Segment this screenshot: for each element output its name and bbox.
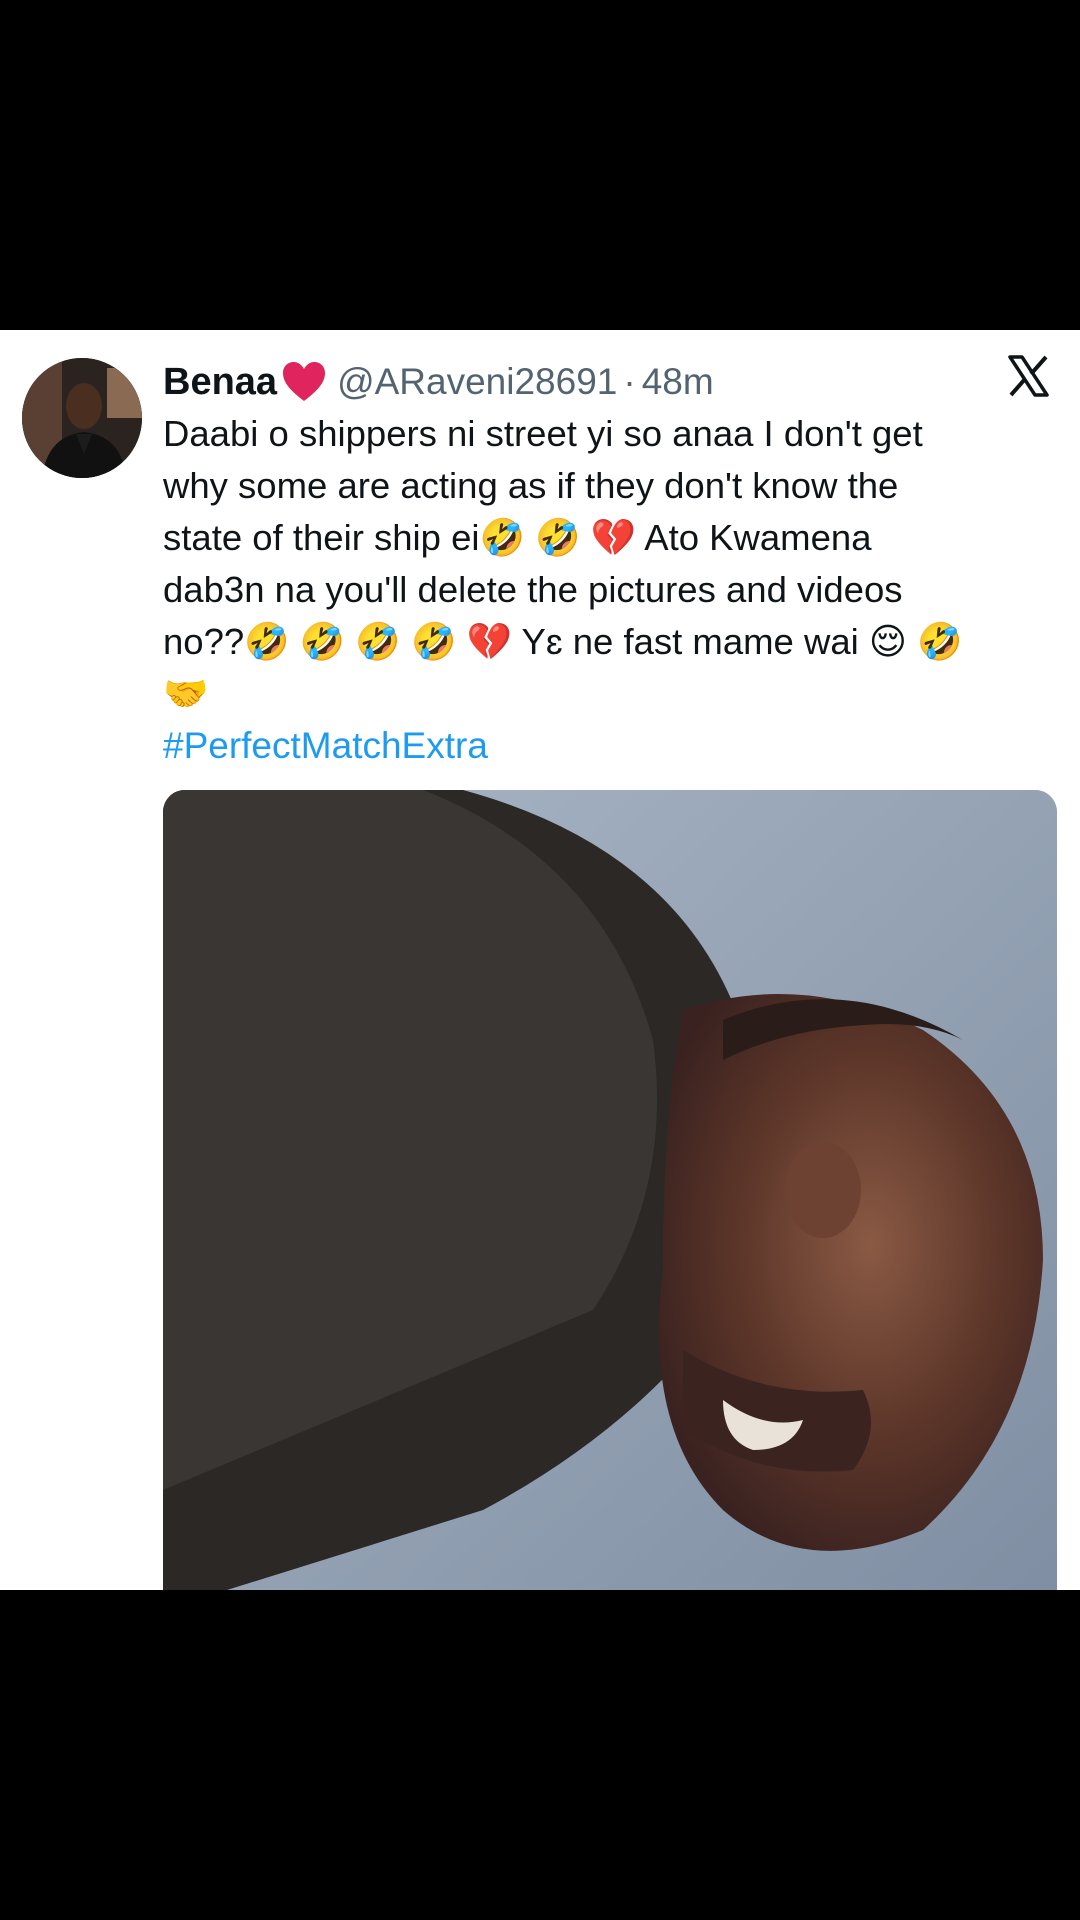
hashtag-link[interactable]: #PerfectMatchExtra [163, 720, 488, 772]
tweet-text-line: 🤝 [163, 673, 209, 714]
tweet-text-line: no??🤣 🤣 🤣 🤣 💔 Yɛ ne fast mame wai 😌 🤣 [163, 621, 963, 662]
heart-icon [281, 361, 327, 403]
tweet-media-image[interactable] [163, 790, 1057, 1590]
x-logo-icon [1006, 354, 1050, 398]
tweet-header: Benaa @ARaveni28691 · 48m [163, 352, 714, 412]
avatar[interactable] [22, 358, 142, 478]
bottom-letterbox [0, 1590, 1080, 1920]
display-name[interactable]: Benaa [163, 361, 277, 404]
separator-dot: · [623, 361, 636, 402]
tweet-text-line: Daabi o shippers ni street yi so anaa I … [163, 413, 923, 454]
user-handle[interactable]: @ARaveni28691 [337, 361, 617, 403]
tweet-text-line: why some are acting as if they don't kno… [163, 465, 899, 506]
top-letterbox [0, 0, 1080, 330]
tweet-card[interactable]: Benaa @ARaveni28691 · 48m Daabi o shippe… [0, 330, 1080, 1590]
tweet-text-line: dab3n na you'll delete the pictures and … [163, 569, 903, 610]
tweet-text-line: state of their ship ei🤣 🤣 💔 Ato Kwamena [163, 517, 872, 558]
timestamp[interactable]: 48m [642, 361, 714, 403]
tweet-text: Daabi o shippers ni street yi so anaa I … [163, 408, 1063, 720]
